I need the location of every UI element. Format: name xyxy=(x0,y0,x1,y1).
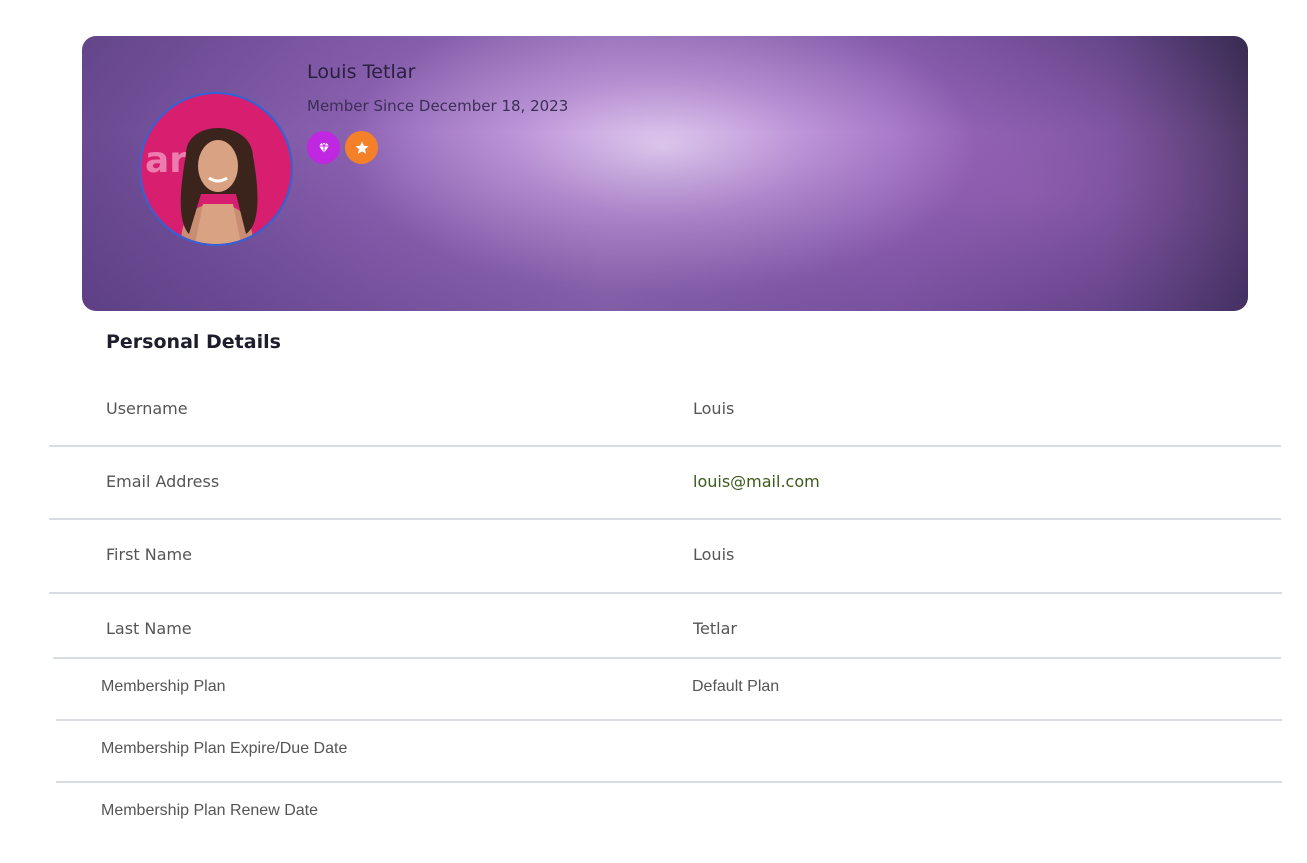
detail-value: Louis xyxy=(693,399,735,418)
row-divider xyxy=(56,781,1282,783)
profile-name: Louis Tetlar xyxy=(307,61,416,83)
member-since: Member Since December 18, 2023 xyxy=(307,97,569,115)
row-divider xyxy=(49,592,1282,594)
section-title: Personal Details xyxy=(106,331,281,353)
detail-value-email[interactable]: louis@mail.com xyxy=(693,472,820,491)
detail-label: Membership Plan xyxy=(101,678,226,695)
detail-label: Username xyxy=(106,399,188,418)
detail-label: First Name xyxy=(106,545,192,564)
avatar[interactable]: arb xyxy=(139,92,293,246)
detail-label: Last Name xyxy=(106,619,192,638)
detail-value: Tetlar xyxy=(693,619,737,638)
row-divider xyxy=(56,719,1282,721)
diamond-icon xyxy=(318,142,329,153)
detail-value: Default Plan xyxy=(692,678,780,695)
row-divider xyxy=(49,518,1281,520)
star-badge[interactable] xyxy=(345,131,378,164)
row-divider xyxy=(53,657,1281,659)
detail-label: Membership Plan Expire/Due Date xyxy=(101,740,348,757)
diamond-badge[interactable] xyxy=(307,131,340,164)
detail-label: Email Address xyxy=(106,472,220,491)
badges xyxy=(307,131,378,164)
detail-value: Louis xyxy=(693,545,735,564)
avatar-photo: arb xyxy=(141,94,291,244)
star-icon xyxy=(355,141,368,154)
detail-label: Membership Plan Renew Date xyxy=(101,802,318,819)
row-divider xyxy=(49,445,1281,447)
